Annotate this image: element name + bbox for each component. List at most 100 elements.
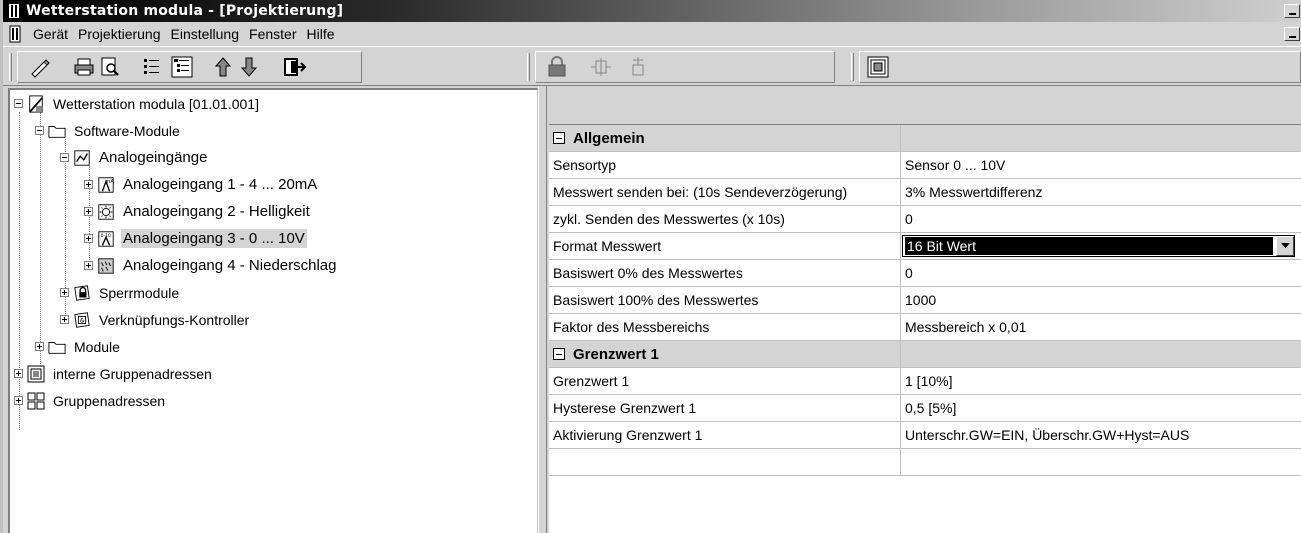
property-row[interactable]: Basiswert 0% des Messwertes 0 xyxy=(549,260,1301,287)
property-key: Aktivierung Grenzwert 1 xyxy=(549,422,901,448)
pane-splitter[interactable] xyxy=(538,86,547,533)
expand-icon[interactable] xyxy=(84,207,93,216)
tree-node-analog-input-3[interactable]: 0-10 Analogeingang 3 - 0 ... 10V xyxy=(84,225,307,252)
tree-node-analog-input-4[interactable]: Analogeingang 4 - Niederschlag xyxy=(84,252,338,279)
expand-icon[interactable] xyxy=(14,396,23,405)
property-key: Grenzwert 1 xyxy=(549,368,901,394)
property-row[interactable]: Sensortyp Sensor 0 ... 10V xyxy=(549,152,1301,179)
category-label: Allgemein xyxy=(573,129,645,147)
mdi-minimize-button[interactable] xyxy=(1284,27,1300,41)
toolbar-grip[interactable] xyxy=(9,53,12,81)
print-icon[interactable] xyxy=(71,54,97,80)
property-value[interactable]: 0,5 [5%] xyxy=(901,395,1301,421)
property-key: Format Messwert xyxy=(549,233,901,259)
tree-node-analog-inputs[interactable]: Analogeingänge xyxy=(60,144,209,171)
property-value[interactable]: 1000 xyxy=(901,287,1301,313)
property-value[interactable]: 0 xyxy=(901,206,1301,232)
lock-icon[interactable] xyxy=(544,54,570,80)
print-preview-icon[interactable] xyxy=(97,54,123,80)
tree-node-internal-groups[interactable]: interne Gruppenadressen xyxy=(14,360,214,387)
tree-node-groups[interactable]: Gruppenadressen xyxy=(14,387,167,414)
exit-icon[interactable] xyxy=(282,54,308,80)
expand-icon[interactable] xyxy=(84,261,93,270)
tree-node-analog-input-1[interactable]: mA Analogeingang 1 - 4 ... 20mA xyxy=(84,171,319,198)
tree-node-software-modules[interactable]: Software-Module xyxy=(35,117,182,144)
property-value[interactable]: Messbereich x 0,01 xyxy=(901,314,1301,340)
tree-node-lock-modules[interactable]: Sperrmodule xyxy=(60,279,181,306)
property-row[interactable]: zykl. Senden des Messwertes (x 10s) 0 xyxy=(549,206,1301,233)
tree-label-selected: Analogeingang 3 - 0 ... 10V xyxy=(121,229,307,248)
arrow-up-icon[interactable] xyxy=(210,54,236,80)
property-row[interactable]: Format Messwert 16 Bit Wert xyxy=(549,233,1301,260)
window-title: Wetterstation modula - [Projektierung] xyxy=(26,3,344,19)
svg-text:mA: mA xyxy=(105,179,114,185)
collapse-icon[interactable] xyxy=(553,348,565,360)
group-address-icon[interactable] xyxy=(865,54,891,80)
toolbar-group-view xyxy=(859,51,1301,83)
tree-label: Module xyxy=(74,338,120,355)
title-bar[interactable]: Wetterstation modula - [Projektierung] xyxy=(3,0,1301,22)
menu-projektierung[interactable]: Projektierung xyxy=(73,26,166,42)
category-row-limit[interactable]: Grenzwert 1 xyxy=(549,341,1301,368)
toolbar-grip-3[interactable] xyxy=(851,53,854,81)
project-tree-pane[interactable]: Wetterstation modula [01.01.001] Softwar… xyxy=(8,88,538,533)
tree-node-logic-controller[interactable]: & Verknüpfungs-Kontroller xyxy=(60,306,251,333)
menu-hilfe[interactable]: Hilfe xyxy=(301,26,339,42)
internal-group-icon xyxy=(27,365,45,383)
property-row[interactable]: Messwert senden bei: (10s Sendeverzögeru… xyxy=(549,179,1301,206)
property-value[interactable]: 1 [10%] xyxy=(901,368,1301,394)
arrow-down-icon[interactable] xyxy=(236,54,262,80)
tree-label: Wetterstation modula [01.01.001] xyxy=(53,95,259,112)
property-row[interactable]: Aktivierung Grenzwert 1 Unterschr.GW=EIN… xyxy=(549,422,1301,449)
expand-icon[interactable] xyxy=(84,180,93,189)
tree-label: Sperrmodule xyxy=(99,284,180,301)
collapse-icon[interactable] xyxy=(60,153,69,162)
tree-view-icon[interactable] xyxy=(169,54,195,80)
expand-icon[interactable] xyxy=(84,234,93,243)
collapse-icon[interactable] xyxy=(35,126,44,135)
property-key: zykl. Senden des Messwertes (x 10s) xyxy=(549,206,901,232)
property-row-empty[interactable] xyxy=(549,449,1301,476)
expand-icon[interactable] xyxy=(35,342,44,351)
svg-text:&: & xyxy=(80,317,85,324)
edit-icon[interactable] xyxy=(27,54,53,80)
tree-node-modules[interactable]: Module xyxy=(35,333,122,360)
property-value[interactable]: 0 xyxy=(901,260,1301,286)
collapse-icon[interactable] xyxy=(553,132,565,144)
logic-icon: & xyxy=(73,311,91,329)
property-key: Hysterese Grenzwert 1 xyxy=(549,395,901,421)
property-value[interactable]: Sensor 0 ... 10V xyxy=(901,152,1301,178)
property-row[interactable]: Hysterese Grenzwert 1 0,5 [5%] xyxy=(549,395,1301,422)
device-icon xyxy=(27,94,45,113)
expand-icon[interactable] xyxy=(60,288,69,297)
property-value[interactable]: Unterschr.GW=EIN, Überschr.GW+Hyst=AUS xyxy=(901,422,1301,448)
tree-label: Analogeingänge xyxy=(99,149,208,166)
expand-icon[interactable] xyxy=(14,369,23,378)
property-row[interactable]: Faktor des Messbereichs Messbereich x 0,… xyxy=(549,314,1301,341)
connector-icon[interactable] xyxy=(588,54,614,80)
property-row[interactable]: Grenzwert 1 1 [10%] xyxy=(549,368,1301,395)
property-row[interactable]: Basiswert 100% des Messwertes 1000 xyxy=(549,287,1301,314)
menu-einstellung[interactable]: Einstellung xyxy=(166,26,245,42)
chevron-down-icon[interactable] xyxy=(1276,236,1294,256)
property-key: Sensortyp xyxy=(549,152,901,178)
expand-icon[interactable] xyxy=(60,315,69,324)
property-value[interactable]: 3% Messwertdifferenz xyxy=(901,179,1301,205)
tree-label: Analogeingang 4 - Niederschlag xyxy=(123,257,337,274)
dropdown-selected-value: 16 Bit Wert xyxy=(905,237,1273,255)
menu-geraet[interactable]: Gerät xyxy=(28,26,73,42)
collapse-icon[interactable] xyxy=(14,99,23,108)
document-icon[interactable] xyxy=(6,25,24,43)
menu-fenster[interactable]: Fenster xyxy=(244,26,301,42)
toolbar-grip-2[interactable] xyxy=(527,53,530,81)
category-label: Grenzwert 1 xyxy=(573,345,659,363)
tree-node-root[interactable]: Wetterstation modula [01.01.001] xyxy=(14,90,261,117)
minimize-button[interactable] xyxy=(1284,4,1300,18)
group-address-icon xyxy=(27,392,45,410)
tree-node-analog-input-2[interactable]: Analogeingang 2 - Helligkeit xyxy=(84,198,312,225)
list-icon[interactable] xyxy=(139,54,165,80)
category-row-general[interactable]: Allgemein xyxy=(549,125,1301,152)
project-tree[interactable]: Wetterstation modula [01.01.001] Softwar… xyxy=(10,90,538,533)
branch-icon[interactable] xyxy=(625,54,651,80)
format-dropdown[interactable]: 16 Bit Wert xyxy=(902,235,1295,257)
